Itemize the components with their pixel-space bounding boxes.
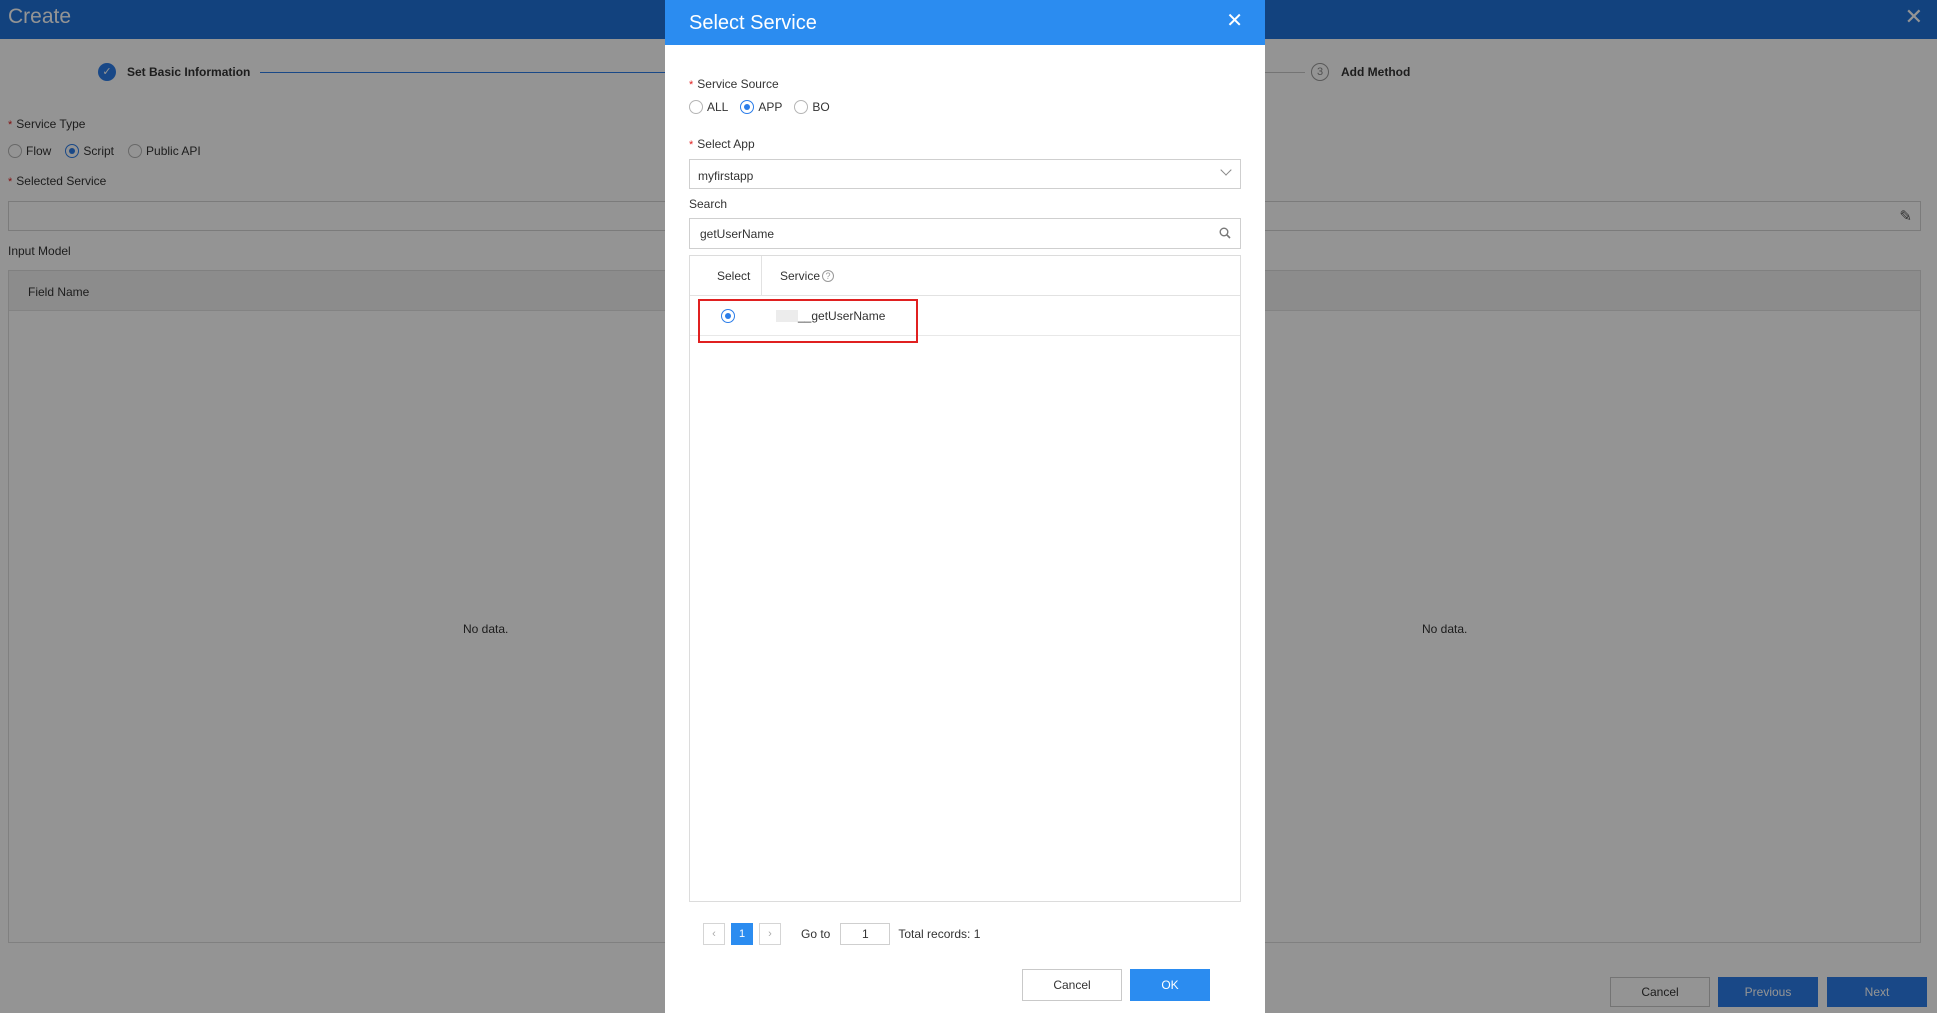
dialog-header: Select Service ✕ [665, 0, 1265, 45]
select-service-dialog: Select Service ✕ * Service Source ALL APP… [665, 0, 1265, 1013]
dialog-title: Select Service [689, 12, 817, 34]
goto-page-input[interactable]: 1 [840, 923, 891, 945]
service-table: Select Service ? __getUserName [689, 255, 1241, 902]
chevron-left-icon[interactable]: ‹ [703, 923, 725, 945]
table-header: Select Service ? [690, 256, 1240, 296]
search-label: Search [689, 197, 728, 211]
chevron-right-icon[interactable]: › [759, 923, 781, 945]
service-source-label: * Service Source [689, 77, 779, 91]
search-input[interactable] [700, 225, 1200, 243]
close-icon[interactable]: ✕ [1226, 11, 1243, 31]
annotation-highlight-box [698, 299, 918, 343]
radio-app-label: APP [758, 100, 783, 114]
radio-bo[interactable] [794, 100, 809, 114]
chevron-down-icon [1220, 164, 1232, 176]
help-icon[interactable]: ? [822, 270, 835, 282]
radio-bo-label: BO [812, 100, 830, 114]
total-records: Total records: 1 [898, 927, 981, 941]
page-number-current[interactable]: 1 [731, 923, 753, 945]
pagination: ‹ 1 › Go to 1 Total records: 1 [703, 923, 980, 945]
cancel-button[interactable]: Cancel [1022, 969, 1122, 1001]
select-app-label: * Select App [689, 137, 755, 151]
select-column-header: Select [717, 269, 751, 283]
radio-all[interactable] [689, 100, 703, 114]
service-column-header: Service ? [780, 269, 835, 283]
goto-label: Go to [801, 927, 831, 941]
search-field[interactable] [689, 218, 1241, 249]
ok-button[interactable]: OK [1130, 969, 1210, 1001]
select-app-dropdown[interactable]: myfirstapp [689, 159, 1241, 189]
service-source-radio-group: ALL APP BO [689, 100, 838, 114]
search-icon[interactable] [1219, 227, 1231, 239]
radio-app[interactable] [740, 100, 755, 114]
select-app-value: myfirstapp [698, 169, 754, 183]
column-divider [761, 256, 762, 296]
radio-all-label: ALL [707, 100, 729, 114]
